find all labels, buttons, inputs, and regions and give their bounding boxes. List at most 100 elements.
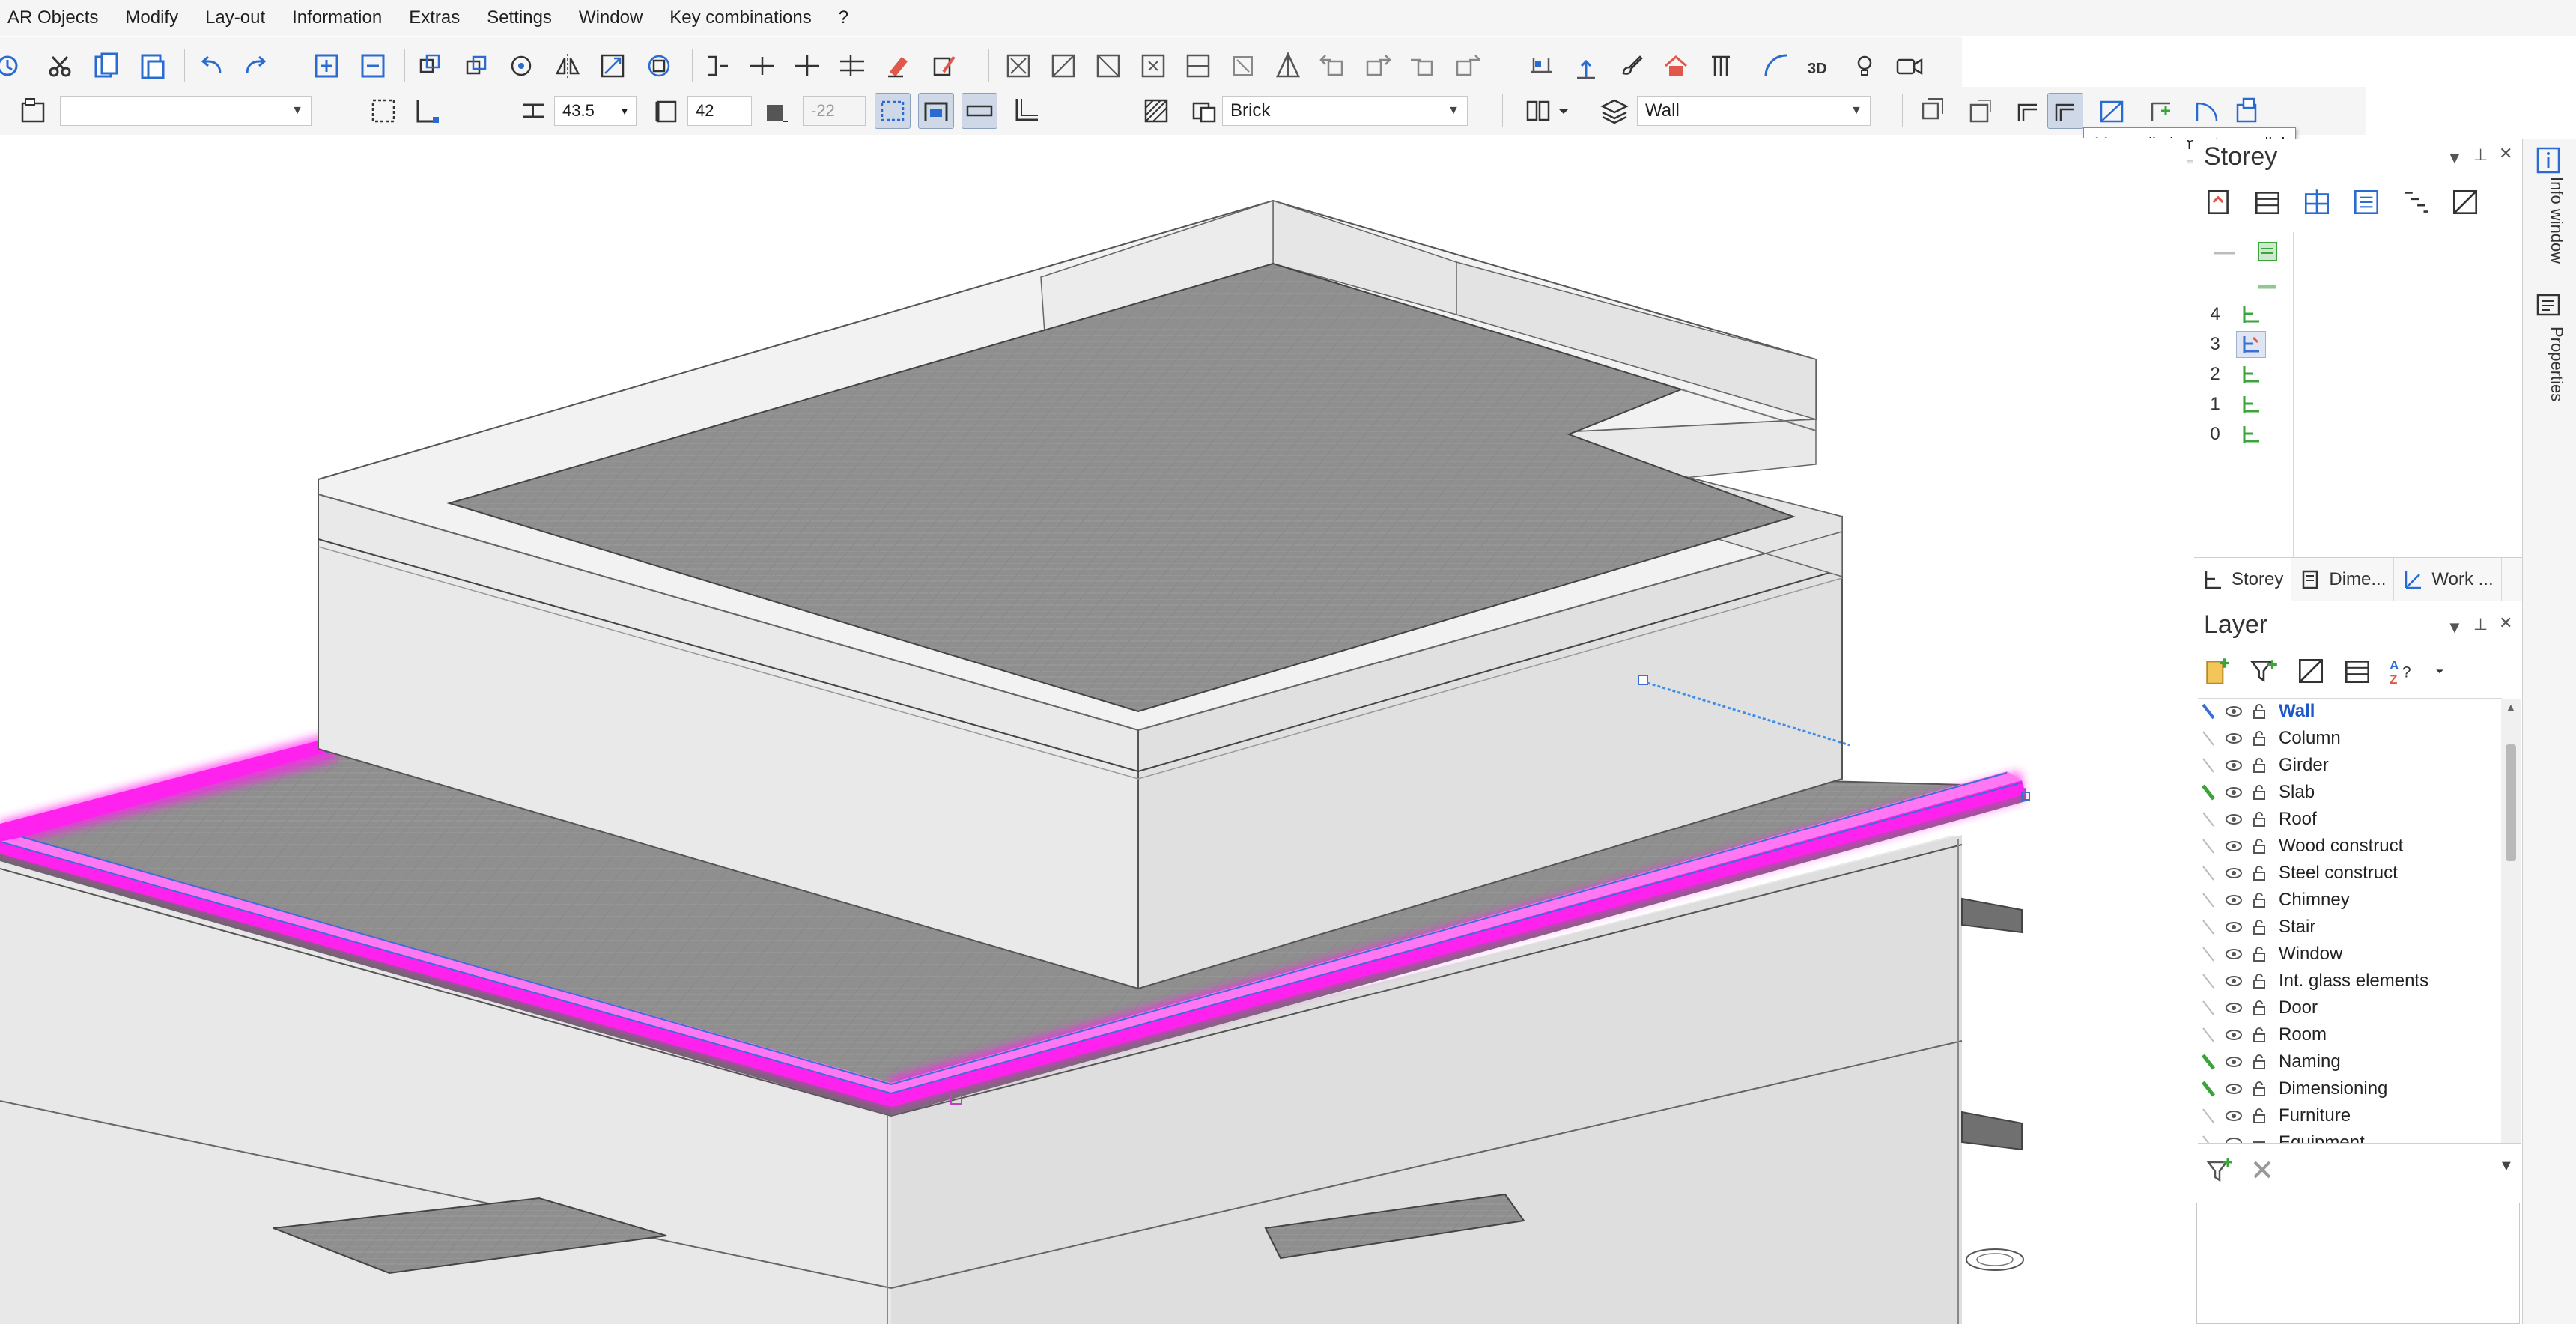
filter-list[interactable] [2196, 1203, 2520, 1324]
layer-item[interactable]: Int. glass elements [2198, 968, 2497, 994]
cut-icon[interactable] [42, 48, 78, 84]
selection-rectangle-icon[interactable] [365, 93, 401, 129]
layout-mode-1-icon[interactable] [875, 93, 911, 129]
material-dropdown[interactable]: Brick ▼ [1222, 96, 1468, 126]
layer-item[interactable]: Furniture [2198, 1102, 2497, 1129]
layer-list-icon[interactable] [2339, 653, 2375, 689]
layer-item-partial[interactable]: Equipment [2198, 1129, 2497, 1143]
layer-settings-icon[interactable] [2293, 653, 2329, 689]
view-cube[interactable] [1966, 1248, 2024, 1271]
redo-icon[interactable] [237, 48, 273, 84]
layer-item[interactable]: Column [2198, 725, 2497, 752]
hatching-icon[interactable] [1138, 93, 1174, 129]
storey-settings-icon[interactable] [2447, 184, 2483, 220]
action-5-icon[interactable] [2094, 93, 2130, 129]
layer-status-icon[interactable] [2198, 917, 2219, 938]
eye-icon[interactable] [2223, 728, 2244, 749]
panel-menu-icon[interactable]: ▼ [2446, 618, 2463, 637]
layer-status-icon[interactable] [2198, 755, 2219, 776]
layer-status-icon[interactable] [2198, 728, 2219, 749]
layer-new-icon[interactable] [2200, 653, 2236, 689]
house-icon[interactable] [1658, 48, 1694, 84]
storey-add-icon[interactable] [2250, 184, 2285, 220]
layer-status-icon[interactable] [2198, 1024, 2219, 1045]
rotate-icon[interactable] [503, 48, 539, 84]
layer-item[interactable]: Girder [2198, 752, 2497, 779]
element-type-4-icon[interactable] [1135, 48, 1171, 84]
close-icon[interactable] [2249, 1156, 2276, 1183]
sort-az-icon[interactable]: A Z? [2386, 653, 2422, 689]
action-6-icon[interactable] [2146, 93, 2182, 129]
chevron-down-icon[interactable] [2432, 653, 2447, 689]
menu-help[interactable]: ? [825, 0, 862, 36]
menu-layout[interactable]: Lay-out [192, 0, 279, 36]
lock-icon[interactable] [2249, 755, 2270, 776]
coordinates-icon[interactable] [1568, 48, 1604, 84]
lock-icon[interactable] [2249, 1078, 2270, 1099]
layer-item[interactable]: Dimensioning [2198, 1075, 2497, 1102]
layer-item[interactable]: Naming [2198, 1048, 2497, 1075]
lock-icon[interactable] [2249, 1024, 2270, 1045]
storey-row[interactable]: 4 [2202, 300, 2306, 330]
eye-icon[interactable] [2223, 890, 2244, 911]
lock-icon[interactable] [2249, 917, 2270, 938]
eye-icon[interactable] [2223, 836, 2244, 857]
parameters-icon[interactable] [15, 93, 51, 129]
panel-menu-icon[interactable]: ▼ [2446, 148, 2463, 168]
layers-icon[interactable] [1597, 93, 1632, 129]
element-type-2-icon[interactable] [1045, 48, 1081, 84]
corner-icon[interactable] [1008, 93, 1044, 129]
pyramid-icon[interactable] [1270, 48, 1306, 84]
3d-viewport[interactable] [0, 138, 2187, 1324]
layer-item[interactable]: Window [2198, 941, 2497, 968]
storey-row[interactable]: 2 [2202, 359, 2306, 389]
move-element-2-icon[interactable] [1360, 48, 1396, 84]
eye-icon[interactable] [2223, 971, 2244, 992]
eye-icon[interactable] [2223, 863, 2244, 884]
menu-information[interactable]: Information [279, 0, 395, 36]
eye-icon[interactable] [2223, 917, 2244, 938]
lock-icon[interactable] [2249, 1051, 2270, 1072]
camera-icon[interactable] [1892, 48, 1928, 84]
menu-settings[interactable]: Settings [473, 0, 565, 36]
storey-row[interactable]: 0 [2202, 419, 2306, 449]
duplicate-icon[interactable] [412, 48, 448, 84]
action-1-icon[interactable] [1914, 93, 1950, 129]
lock-icon[interactable] [2249, 809, 2270, 830]
chevron-down-icon[interactable]: ▼ [2499, 1158, 2514, 1175]
thickness-icon[interactable] [515, 93, 551, 129]
eye-icon[interactable] [2223, 944, 2244, 965]
layer-item[interactable]: Room [2198, 1021, 2497, 1048]
close-icon[interactable]: ✕ [2499, 144, 2512, 163]
close-icon[interactable]: ✕ [2499, 613, 2512, 633]
layer-status-icon[interactable] [2198, 890, 2219, 911]
distort-icon[interactable] [641, 48, 677, 84]
layer-item[interactable]: Stair [2198, 914, 2497, 941]
storey-list-icon[interactable] [2348, 184, 2384, 220]
pin-icon[interactable]: ⊥ [2473, 145, 2488, 165]
light-icon[interactable] [1847, 48, 1883, 84]
layer-status-icon[interactable] [2198, 809, 2219, 830]
layer-split-icon[interactable] [1520, 93, 1556, 129]
eye-icon[interactable] [2223, 782, 2244, 803]
eye-icon[interactable] [2223, 701, 2244, 722]
lock-icon[interactable] [2249, 728, 2270, 749]
layer-status-icon[interactable] [2198, 997, 2219, 1018]
lock-icon[interactable] [2249, 1105, 2270, 1126]
lock-icon[interactable] [2249, 890, 2270, 911]
menu-modify[interactable]: Modify [112, 0, 192, 36]
layer-status-icon[interactable] [2198, 701, 2219, 722]
menu-ar-objects[interactable]: AR Objects [4, 0, 112, 36]
tab-workspace[interactable]: Work ... [2394, 558, 2502, 601]
copy-icon[interactable] [88, 48, 124, 84]
element-type-1-icon[interactable] [1000, 48, 1036, 84]
offset-icon[interactable] [759, 93, 795, 129]
pin-icon[interactable]: ⊥ [2473, 615, 2488, 634]
undo-icon[interactable] [195, 48, 231, 84]
layer-status-icon[interactable] [2198, 1105, 2219, 1126]
split-icon[interactable] [744, 48, 780, 84]
zoom-out-icon[interactable] [355, 48, 391, 84]
eye-icon[interactable] [2223, 997, 2244, 1018]
extend-icon[interactable] [834, 48, 870, 84]
move-element-4-icon[interactable] [1450, 48, 1486, 84]
